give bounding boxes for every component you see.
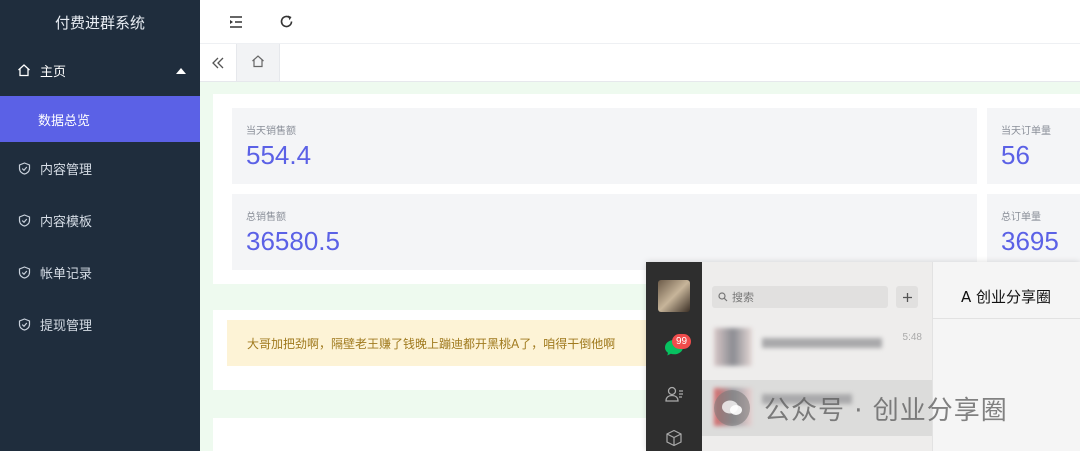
- watermark: 公众号 · 创业分享圈: [714, 388, 1008, 428]
- stat-value: 36580.5: [246, 226, 340, 256]
- search-placeholder: 搜索: [732, 291, 754, 304]
- shield-check-icon: [16, 212, 32, 228]
- stat-today-sales: 当天销售额 554.4: [232, 108, 977, 184]
- sidebar-item-label: 内容模板: [40, 214, 93, 230]
- tabs-bar: [200, 44, 1080, 82]
- message-time: 5:48: [902, 332, 922, 343]
- sidebar-item-label: 提现管理: [40, 318, 93, 334]
- menu-fold-icon[interactable]: [226, 12, 246, 32]
- stat-label: 总销售额: [246, 212, 286, 223]
- wechat-sidebar: 99: [646, 262, 702, 451]
- stat-value: 3695: [1001, 226, 1059, 256]
- plus-icon: [902, 288, 913, 307]
- avatar[interactable]: [658, 280, 690, 312]
- sidebar-item-label: 内容管理: [40, 162, 93, 178]
- collapse-tabs-icon[interactable]: [200, 44, 236, 81]
- stat-label: 总订单量: [1001, 212, 1041, 223]
- tab-home[interactable]: [236, 44, 280, 81]
- stat-value: 56: [1001, 140, 1030, 170]
- stat-label: 当天销售额: [246, 126, 296, 137]
- stat-today-orders: 当天订单量 56: [987, 108, 1080, 184]
- stat-label: 当天订单量: [1001, 126, 1051, 137]
- blurred-text: [762, 338, 882, 348]
- divider: [933, 318, 1080, 319]
- top-header: [200, 0, 1080, 44]
- add-chat-button[interactable]: [896, 286, 918, 308]
- sidebar-item-home[interactable]: 主页: [0, 44, 200, 96]
- shield-check-icon: [16, 264, 32, 280]
- stat-total-sales: 总销售额 36580.5: [232, 194, 977, 270]
- stats-panel: 当天销售额 554.4 当天订单量 56 总销售额 36580.5 总订单量 3…: [213, 94, 1080, 284]
- sidebar-item-label: 主页: [40, 64, 67, 80]
- sidebar-item-content-template[interactable]: 内容模板: [0, 194, 200, 246]
- search-input[interactable]: 搜索: [712, 286, 888, 308]
- sidebar-item-content-management[interactable]: 内容管理: [0, 142, 200, 194]
- watermark-text: 公众号 · 创业分享圈: [764, 395, 1008, 426]
- avatar: [714, 328, 752, 366]
- refresh-icon[interactable]: [276, 12, 296, 32]
- search-icon: [718, 292, 728, 302]
- contacts-icon[interactable]: [662, 382, 686, 406]
- shield-check-icon: [16, 160, 32, 176]
- cube-icon[interactable]: [662, 426, 686, 450]
- list-item[interactable]: 5:48: [702, 320, 932, 376]
- shield-check-icon: [16, 316, 32, 332]
- caret-up-icon: [176, 63, 186, 78]
- home-icon: [251, 53, 265, 72]
- sidebar-item-withdrawal-management[interactable]: 提现管理: [0, 298, 200, 350]
- chat-title: A 创业分享圈: [961, 288, 1052, 306]
- home-icon: [16, 62, 32, 78]
- sidebar-item-data-overview[interactable]: 数据总览: [0, 96, 200, 142]
- stat-value: 554.4: [246, 140, 312, 170]
- sidebar-item-label: 帐单记录: [40, 266, 93, 282]
- unread-badge: 99: [672, 334, 692, 349]
- submenu: 数据总览: [0, 96, 200, 142]
- stat-total-orders: 总订单量 3695: [987, 194, 1080, 270]
- sidebar: 付费进群系统 主页 数据总览 内容管理 内容模板 帐单记录 提现管理: [0, 0, 200, 451]
- sidebar-item-bill-records[interactable]: 帐单记录: [0, 246, 200, 298]
- wechat-official-account-icon: [714, 390, 750, 426]
- brand-title: 付费进群系统: [54, 13, 145, 32]
